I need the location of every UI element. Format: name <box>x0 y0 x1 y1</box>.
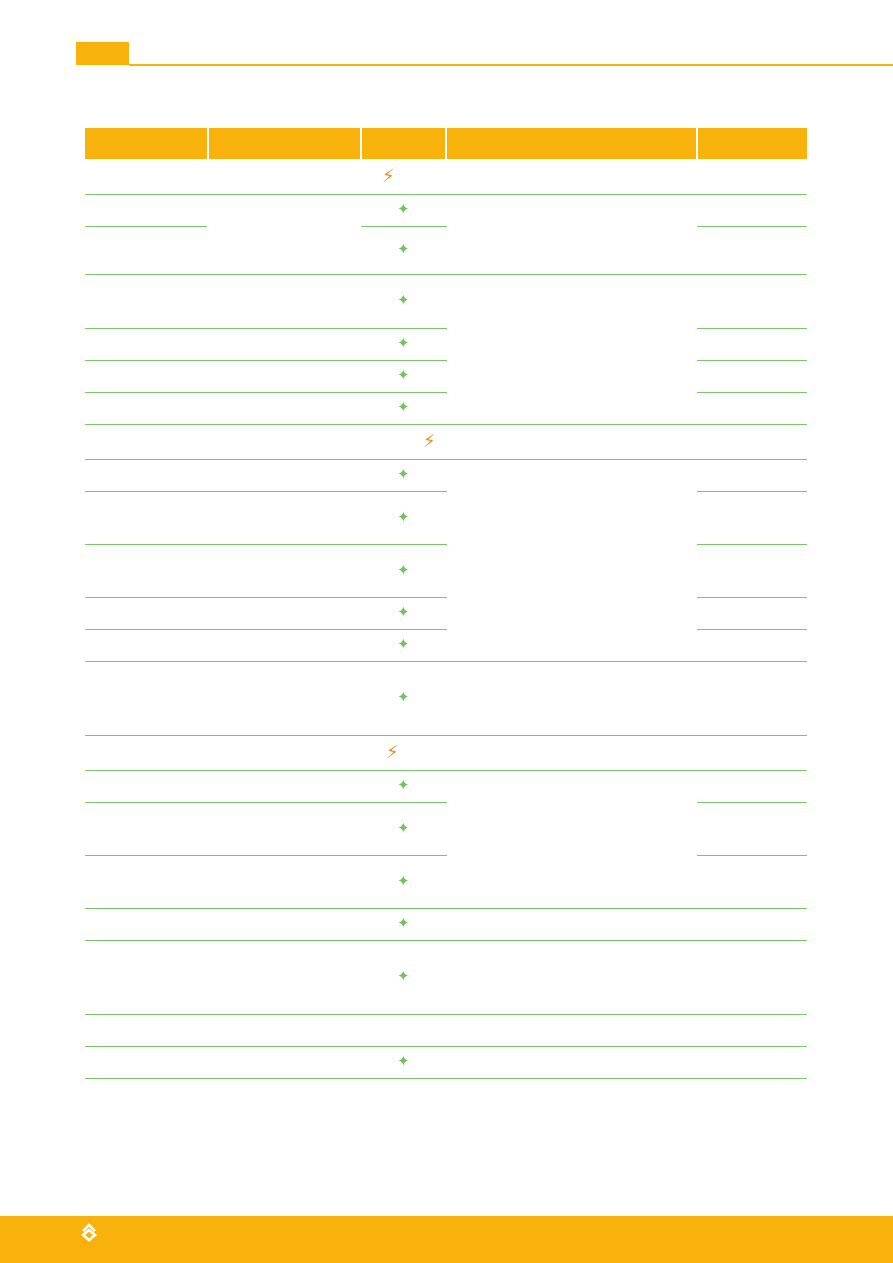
star-icon: ✦ <box>397 915 410 932</box>
star-icon: ✦ <box>397 241 410 258</box>
table-row <box>697 629 807 630</box>
star-icon: ✦ <box>397 777 410 794</box>
table-row <box>85 661 807 662</box>
star-icon: ✦ <box>397 509 410 526</box>
table-row <box>85 274 807 275</box>
top-tab <box>76 42 129 65</box>
table-row <box>85 459 807 460</box>
table-row <box>85 424 807 425</box>
header-cell-3 <box>362 128 445 159</box>
star-icon: ✦ <box>397 335 410 352</box>
table-row <box>697 392 807 393</box>
table-row <box>361 226 447 227</box>
table-row <box>697 328 807 329</box>
table-row <box>85 491 447 492</box>
table-row <box>85 940 807 941</box>
table-row <box>697 802 807 803</box>
table-row <box>85 194 807 195</box>
header-cell-4 <box>447 128 696 159</box>
star-icon: ✦ <box>397 399 410 416</box>
table-row <box>697 226 807 227</box>
star-icon: ✦ <box>397 466 410 483</box>
footer-bar <box>0 1216 893 1263</box>
header-cell-1 <box>85 128 207 159</box>
table-row <box>85 802 447 803</box>
star-icon: ✦ <box>397 1053 410 1070</box>
header-cell-5 <box>698 128 807 159</box>
table-row <box>85 328 447 329</box>
table-row <box>85 855 447 856</box>
top-rule <box>129 64 893 66</box>
star-icon: ✦ <box>397 820 410 837</box>
table-row <box>85 360 447 361</box>
chevron-logo-icon <box>80 1223 98 1242</box>
table-row <box>85 735 807 736</box>
star-icon: ✦ <box>397 689 410 706</box>
table-row <box>697 544 807 545</box>
lightning-bolt-icon: ⚡ <box>382 166 395 186</box>
table-row <box>697 597 807 598</box>
table-row <box>85 544 447 545</box>
table-row <box>85 908 807 909</box>
table-row <box>697 360 807 361</box>
star-icon: ✦ <box>397 636 410 653</box>
table-row <box>85 226 207 227</box>
star-icon: ✦ <box>397 604 410 621</box>
table-row <box>85 1014 807 1015</box>
table-row <box>85 392 447 393</box>
star-icon: ✦ <box>397 562 410 579</box>
lightning-bolt-icon: ⚡ <box>386 742 399 762</box>
table-row <box>697 855 807 856</box>
table-row <box>697 491 807 492</box>
table-row <box>85 770 807 771</box>
table-row <box>85 1078 807 1079</box>
table-row <box>85 597 447 598</box>
star-icon: ✦ <box>397 367 410 384</box>
table-row <box>85 1046 807 1047</box>
table-row <box>85 629 447 630</box>
star-icon: ✦ <box>397 292 410 309</box>
star-icon: ✦ <box>397 201 410 218</box>
star-icon: ✦ <box>397 873 410 890</box>
header-cell-2 <box>209 128 360 159</box>
lightning-bolt-icon: ⚡ <box>423 431 436 451</box>
star-icon: ✦ <box>397 968 410 985</box>
